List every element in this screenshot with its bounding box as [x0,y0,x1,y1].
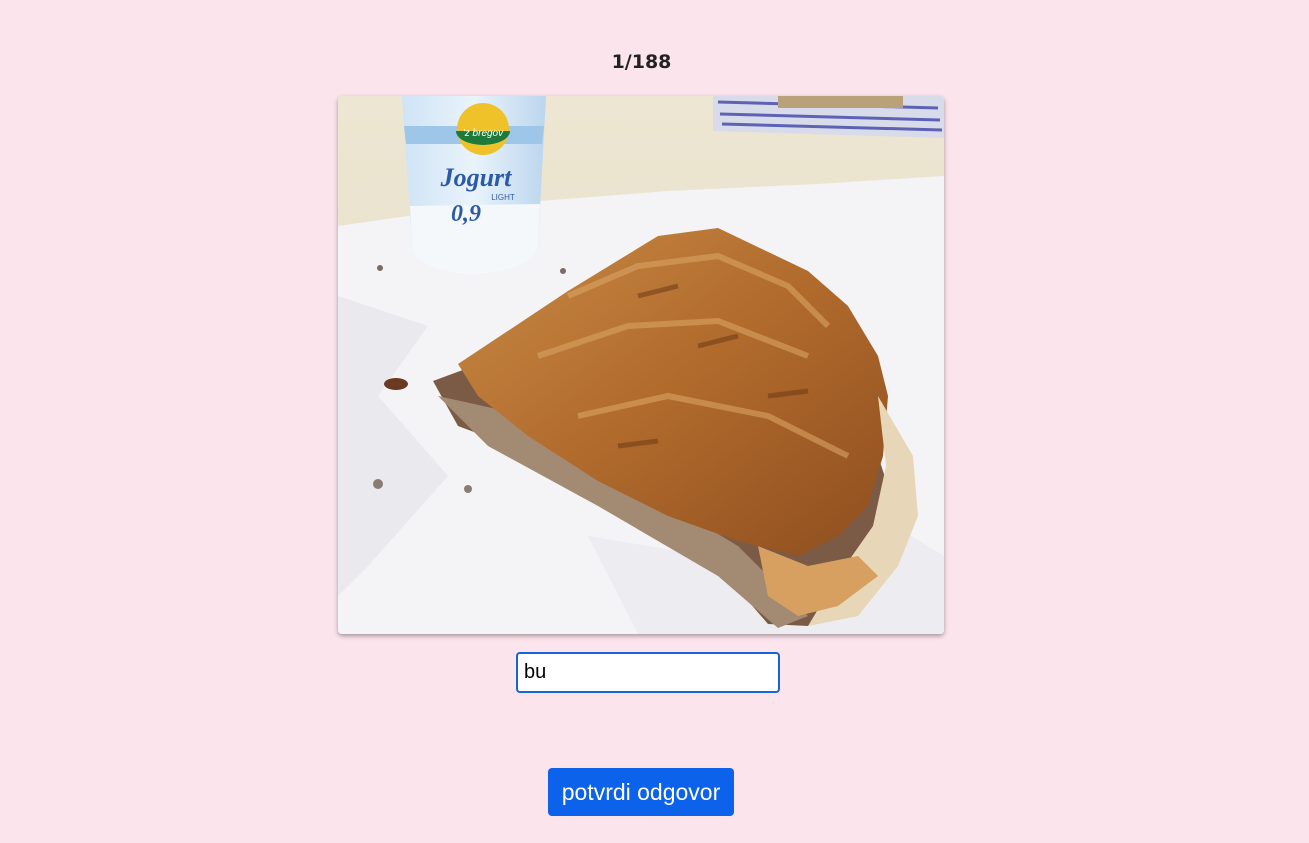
food-photo: 'z bregov Jogurt LIGHT 0,9 [338,96,944,634]
question-counter: 1/188 [611,51,672,73]
cup-fat-text: 0,9 [451,201,481,227]
answer-input[interactable] [516,652,780,693]
cup-variant-text: LIGHT [491,193,515,202]
cup-brand-text: 'z bregov [463,128,504,139]
submit-answer-button[interactable]: potvrdi odgovor [548,768,734,816]
quiz-page: 1/188 'z bregov Jogurt LIGHT 0,9 bu potv… [0,0,1309,843]
cup-product-text: Jogurt [440,163,513,192]
